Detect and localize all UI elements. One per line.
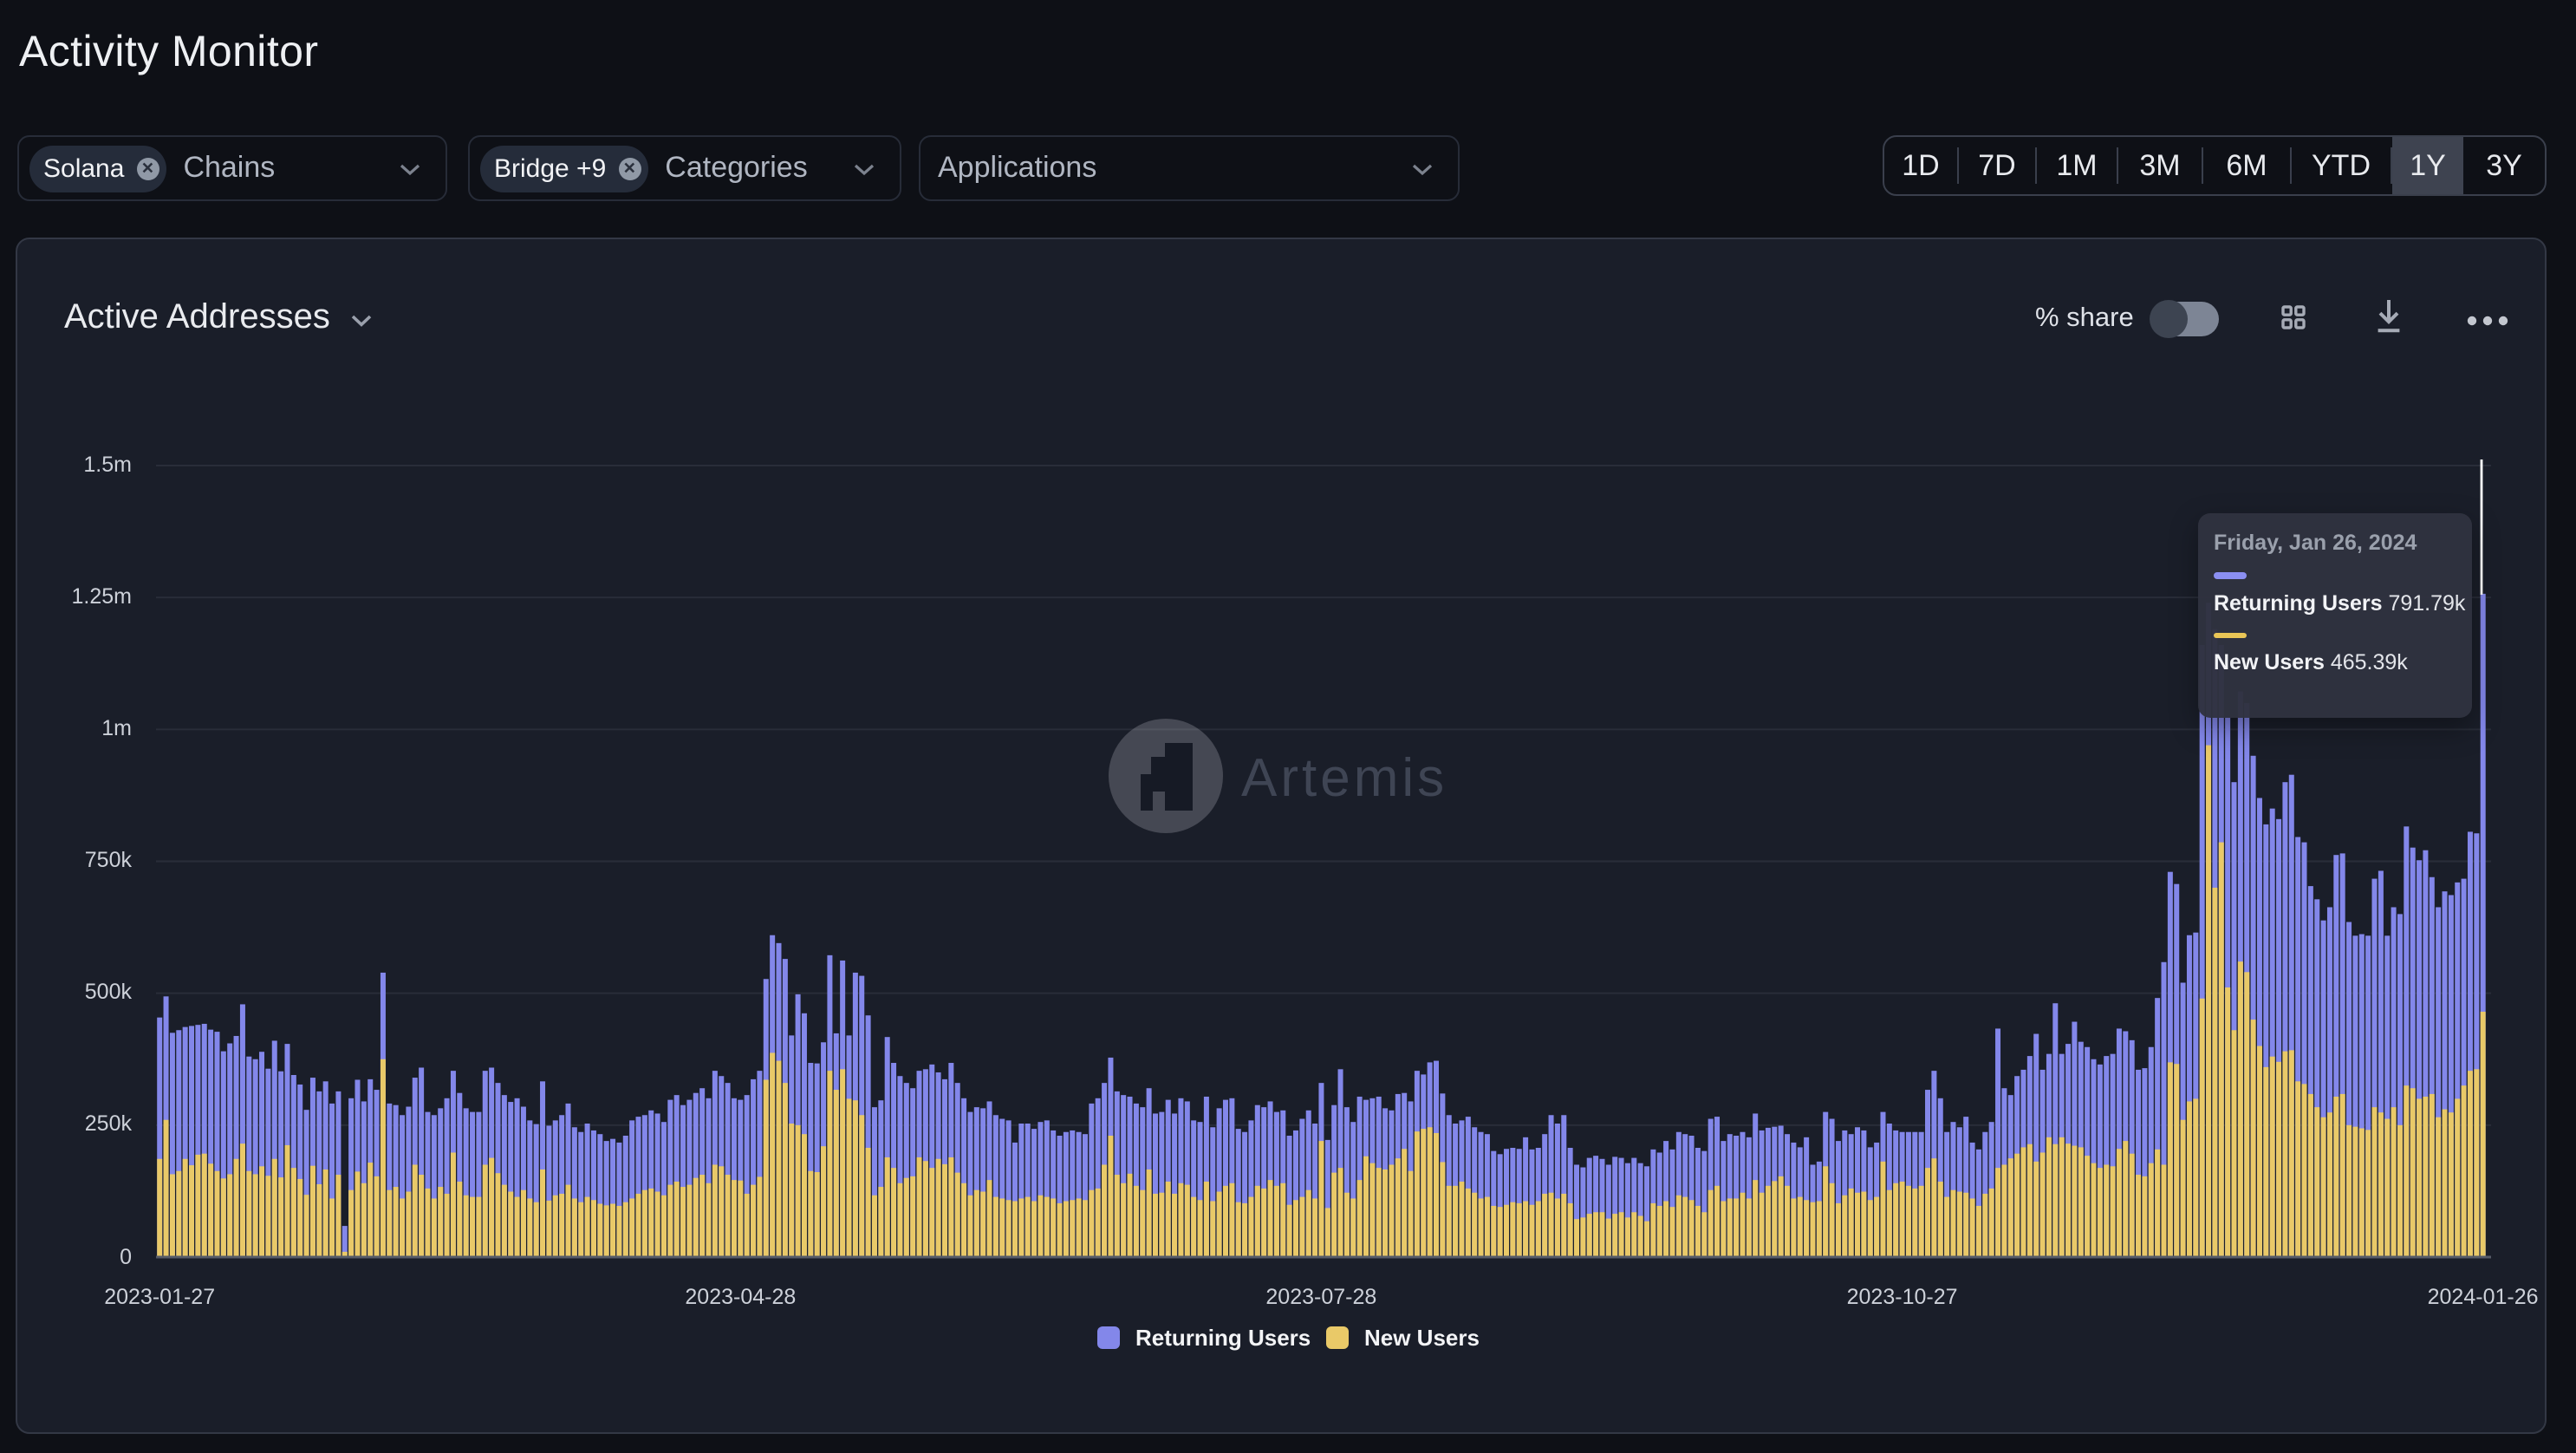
svg-text:Artemis: Artemis: [1241, 748, 1447, 808]
